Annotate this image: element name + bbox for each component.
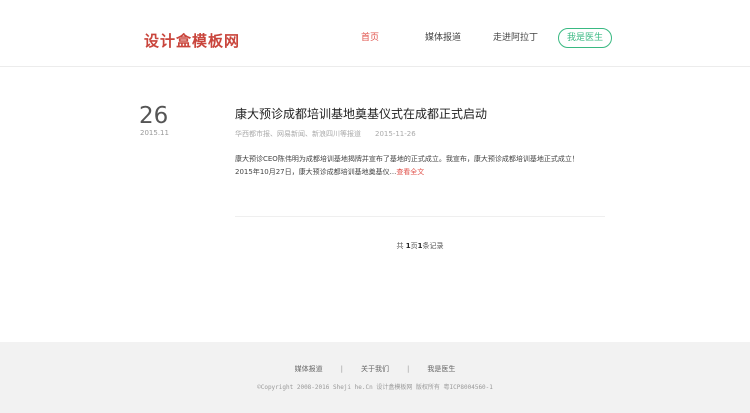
- footer-link-media[interactable]: 媒体报道: [295, 365, 323, 373]
- site-header: 设计盒模板网 首页 媒体报道 走进阿拉丁 我是医生: [0, 0, 750, 67]
- article-item: 26 2015.11 康大预诊成都培训基地奠基仪式在成都正式启动 华西都市报、网…: [0, 67, 750, 342]
- pager-suffix: 条记录: [422, 242, 444, 250]
- site-footer: 媒体报道 | 关于我们 | 我是医生 ©Copyright 2008-2016 Shej…: [0, 342, 750, 413]
- article-source: 华西都市报、网易新闻、新浪四川等报道: [235, 130, 361, 138]
- article-meta-date: 2015-11-26: [375, 130, 416, 138]
- article-date-day: 26: [139, 103, 169, 129]
- footer-link-about[interactable]: 关于我们: [361, 365, 389, 373]
- footer-separator: |: [340, 365, 343, 373]
- article-summary: 康大预诊CEO陈伟明为成都培训基地揭牌并宣布了基地的正式成立。我宣布，康大预诊成…: [235, 153, 590, 179]
- article-meta: 华西都市报、网易新闻、新浪四川等报道 2015-11-26: [235, 129, 416, 139]
- footer-links: 媒体报道 | 关于我们 | 我是医生: [0, 364, 750, 374]
- footer-link-doctor[interactable]: 我是医生: [427, 365, 455, 373]
- pagination-info: 共 1页1条记录: [0, 241, 750, 251]
- article-date-year-month: 2015.11: [140, 129, 169, 137]
- pager-mid: 页: [410, 242, 418, 250]
- footer-separator: |: [407, 365, 410, 373]
- pager-prefix: 共: [396, 242, 404, 250]
- doctor-button[interactable]: 我是医生: [558, 28, 612, 48]
- read-more-link[interactable]: 查看全文: [396, 168, 424, 176]
- nav-item-about[interactable]: 走进阿拉丁: [493, 28, 538, 48]
- site-logo[interactable]: 设计盒模板网: [144, 30, 240, 51]
- footer-copyright: ©Copyright 2008-2016 Sheji he.Cn 设计盒模板网 …: [257, 384, 493, 391]
- nav-item-home[interactable]: 首页: [361, 28, 379, 48]
- article-divider: [235, 216, 605, 217]
- article-title[interactable]: 康大预诊成都培训基地奠基仪式在成都正式启动: [235, 105, 487, 122]
- nav-item-media[interactable]: 媒体报道: [425, 28, 461, 48]
